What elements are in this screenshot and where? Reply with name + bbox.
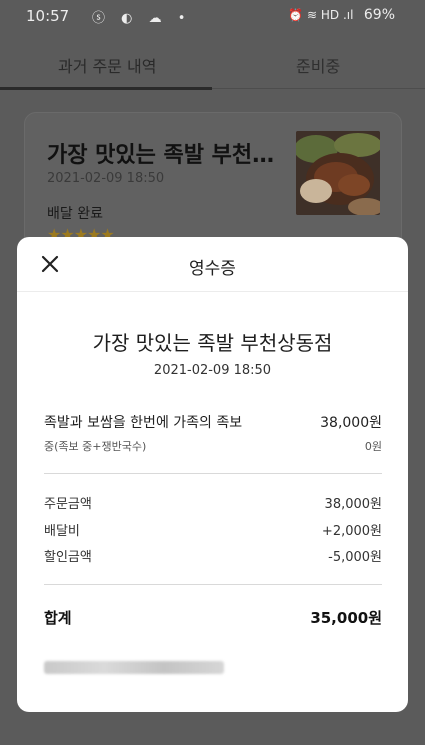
fee-value: 38,000원 xyxy=(324,497,382,512)
divider xyxy=(44,473,382,474)
receipt-modal: 영수증 가장 맛있는 족발 부천상동점 2021-02-09 18:50 족발과… xyxy=(17,237,408,712)
tab-active-indicator xyxy=(0,87,212,90)
status-bar: 10:57 ⓢ ◐ ☁ • ⏰ ≋ HD .ıl 69% xyxy=(0,0,425,34)
tab-past-orders[interactable]: 과거 주문 내역 xyxy=(58,53,157,77)
food-thumbnail xyxy=(296,131,380,215)
menu-item-name: 족발과 보쌈을 한번에 가족의 족보 xyxy=(44,415,243,431)
receipt-order-date: 2021-02-09 18:50 xyxy=(153,363,272,378)
total-value: 35,000원 xyxy=(310,609,382,627)
menu-option-price: 0원 xyxy=(364,440,382,453)
total-label: 합계 xyxy=(44,609,72,627)
menu-option-name: 중(족보 중+쟁반국수) xyxy=(44,440,147,453)
order-store-name: 가장 맛있는 족발 부천… xyxy=(47,143,275,168)
tab-bar: 과거 주문 내역 준비중 xyxy=(0,34,425,90)
fee-value: +2,000원 xyxy=(321,524,382,539)
fee-label: 배달비 xyxy=(44,524,80,539)
status-right: ⏰ ≋ HD .ıl 69% xyxy=(288,7,395,23)
fee-label: 주문금액 xyxy=(44,497,92,512)
notification-icons: ⓢ ◐ ☁ • xyxy=(92,11,192,26)
tab-preparing[interactable]: 준비중 xyxy=(296,53,340,77)
tab-divider xyxy=(212,88,425,89)
receipt-store-name: 가장 맛있는 족발 부천상동점 xyxy=(92,331,333,355)
divider xyxy=(44,584,382,585)
system-icons: ⏰ ≋ HD .ıl xyxy=(288,8,354,22)
receipt-title: 영수증 xyxy=(189,259,236,279)
menu-item-price: 38,000원 xyxy=(320,415,382,431)
battery-level: 69% xyxy=(363,7,395,23)
status-time: 10:57 xyxy=(26,7,70,25)
fee-label: 할인금액 xyxy=(44,550,92,565)
order-date: 2021-02-09 18:50 xyxy=(47,171,165,186)
fee-value: -5,000원 xyxy=(328,550,382,565)
receipt-header: 영수증 xyxy=(17,237,408,292)
redacted-info xyxy=(44,661,224,674)
order-status: 배달 완료 xyxy=(47,206,103,222)
